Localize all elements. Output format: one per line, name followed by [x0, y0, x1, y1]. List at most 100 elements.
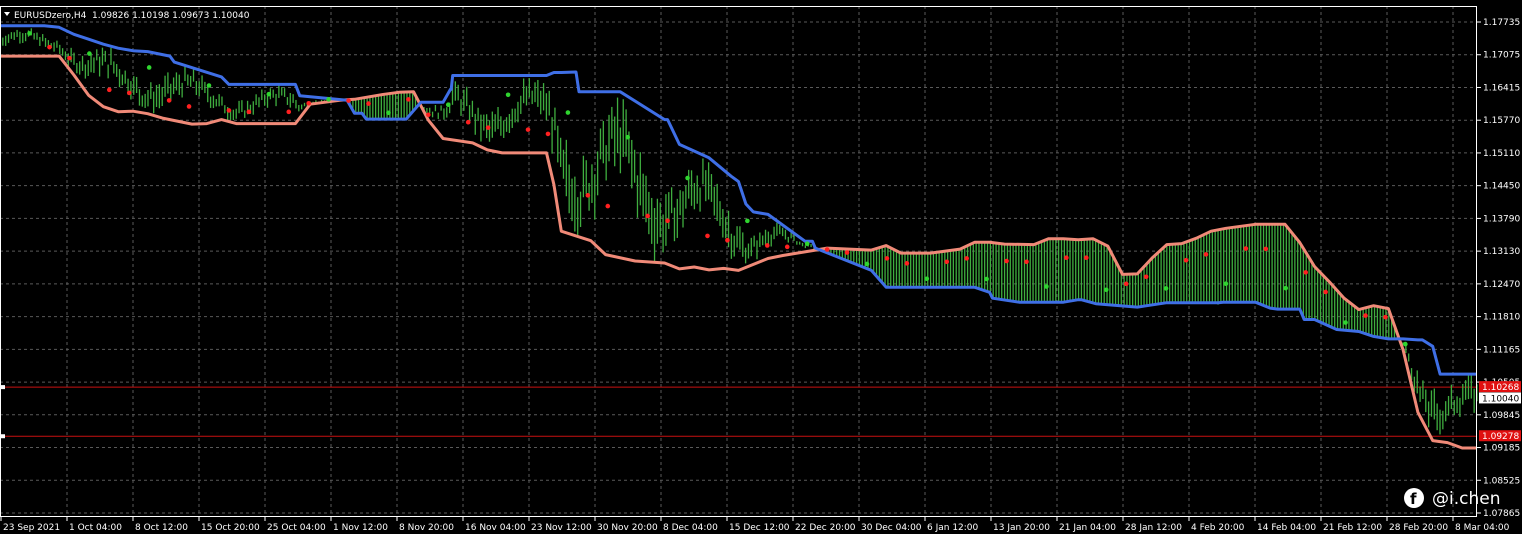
- time-tick-label: 28 Feb 20:00: [1389, 523, 1448, 533]
- price-tick-label: 1.15770: [1483, 116, 1520, 126]
- price-level-label: 1.10268: [1482, 383, 1519, 393]
- price-level-label: 1.09278: [1482, 432, 1519, 442]
- signal-dot-down: [1363, 313, 1368, 318]
- signal-dot-down: [426, 112, 431, 118]
- price-tick-label: 1.09185: [1483, 444, 1520, 454]
- time-tick-label: 8 Nov 20:00: [399, 523, 454, 533]
- signal-dot-down: [126, 90, 132, 96]
- watermark: f @i.chen: [1404, 488, 1500, 509]
- signal-dot-down: [1303, 270, 1308, 275]
- signal-dot-down: [1084, 255, 1089, 261]
- price-tick-label: 1.07865: [1483, 509, 1520, 519]
- watermark-text: @i.chen: [1432, 489, 1500, 509]
- price-tick-label: 1.09845: [1483, 411, 1520, 421]
- signal-dot-up: [1223, 281, 1229, 287]
- signal-dot-down: [645, 213, 650, 219]
- signal-dot-up: [745, 218, 750, 224]
- facebook-icon-glyph: f: [1410, 490, 1417, 508]
- signal-dot-up: [266, 91, 272, 97]
- price-tick-label: 1.15110: [1483, 149, 1520, 159]
- signal-dot-up: [1283, 285, 1289, 291]
- signal-dot-up: [1103, 287, 1109, 293]
- signal-dot-down: [525, 127, 531, 132]
- signal-dot-down: [765, 243, 770, 248]
- time-tick-label: 23 Nov 12:00: [531, 523, 592, 533]
- time-tick-label: 21 Jan 04:00: [1059, 523, 1116, 533]
- time-tick-label: 23 Sep 2021: [3, 523, 60, 533]
- signal-dot-down: [485, 125, 491, 130]
- chart-ohlc-label: 1.09826 1.10198 1.09673 1.10040: [92, 11, 250, 21]
- signal-dot-down: [246, 109, 252, 115]
- signal-dot-down: [725, 237, 730, 243]
- signal-dot-up: [206, 83, 212, 88]
- signal-dot-up: [924, 276, 930, 282]
- signal-dot-up: [984, 276, 989, 282]
- signal-dot-down: [1143, 274, 1149, 280]
- time-tick-label: 15 Dec 12:00: [729, 523, 790, 533]
- price-tick-label: 1.11810: [1483, 313, 1520, 323]
- price-tick-label: 1.17735: [1483, 18, 1520, 28]
- chart-background: [0, 0, 1522, 534]
- time-tick-label: 1 Oct 04:00: [69, 523, 122, 533]
- line-anchor-handle[interactable]: [1, 385, 5, 390]
- signal-dot-up: [445, 102, 451, 108]
- signal-dot-down: [1323, 289, 1328, 295]
- signal-dot-down: [1183, 257, 1189, 263]
- time-tick-label: 8 Oct 12:00: [135, 523, 188, 533]
- signal-dot-down: [944, 259, 950, 265]
- signal-dot-down: [545, 131, 551, 137]
- signal-dot-up: [505, 92, 511, 98]
- time-tick-label: 30 Dec 04:00: [861, 523, 922, 533]
- time-tick-label: 21 Feb 12:00: [1323, 523, 1382, 533]
- signal-dot-down: [1383, 314, 1388, 320]
- signal-dot-down: [844, 250, 850, 255]
- time-tick-label: 22 Dec 20:00: [795, 523, 856, 533]
- signal-dot-down: [824, 247, 830, 252]
- line-anchor-handle[interactable]: [1, 434, 5, 439]
- signal-dot-down: [465, 119, 471, 125]
- price-tick-label: 1.13790: [1483, 214, 1520, 224]
- time-tick-label: 1 Nov 12:00: [333, 523, 388, 533]
- signal-dot-down: [884, 256, 890, 261]
- signal-dot-down: [1064, 255, 1069, 261]
- signal-dot-down: [366, 101, 371, 106]
- time-tick-label: 6 Jan 12:00: [927, 523, 979, 533]
- signal-dot-up: [864, 261, 870, 267]
- signal-dot-down: [904, 261, 910, 266]
- time-tick-label: 8 Dec 04:00: [663, 523, 718, 533]
- price-tick-label: 1.08525: [1483, 476, 1520, 486]
- signal-dot-down: [784, 244, 790, 250]
- signal-dot-down: [964, 256, 969, 261]
- signal-dot-up: [87, 51, 92, 56]
- signal-dot-down: [1004, 258, 1009, 264]
- signal-dot-down: [705, 233, 710, 239]
- signal-dot-up: [386, 110, 391, 116]
- signal-dot-up: [27, 31, 32, 36]
- price-chart[interactable]: 1.17735 1.17075 1.16415 1.15770 1.15110 1.144…: [0, 0, 1522, 534]
- chart-header: EURUSDzero,H4 1.09826 1.10198 1.09673 1.…: [4, 11, 250, 21]
- time-tick-label: 28 Jan 12:00: [1125, 523, 1182, 533]
- signal-dot-up: [804, 241, 810, 247]
- time-tick-label: 4 Feb 20:00: [1191, 523, 1245, 533]
- signal-dot-down: [47, 44, 52, 50]
- signal-dot-down: [665, 218, 670, 224]
- time-tick-label: 16 Nov 04:00: [465, 523, 526, 533]
- signal-dot-down: [1203, 252, 1209, 257]
- current-price-label: 1.10040: [1482, 394, 1519, 404]
- signal-dot-down: [286, 109, 292, 115]
- signal-dot-down: [306, 101, 311, 106]
- time-tick-label: 13 Jan 20:00: [993, 523, 1050, 533]
- signal-dot-down: [1243, 246, 1249, 251]
- time-tick-label: 30 Nov 20:00: [597, 523, 658, 533]
- signal-dot-up: [1163, 286, 1169, 291]
- signal-dot-down: [226, 108, 232, 113]
- time-tick-label: 14 Feb 04:00: [1257, 523, 1316, 533]
- signal-dot-up: [625, 134, 631, 140]
- price-tick-label: 1.14450: [1483, 182, 1520, 192]
- signal-dot-down: [186, 104, 192, 109]
- time-tick-label: 25 Oct 04:00: [267, 523, 326, 533]
- signal-dot-down: [1263, 246, 1269, 252]
- time-tick-label: 8 Mar 04:00: [1455, 523, 1510, 533]
- signal-dot-down: [346, 98, 351, 103]
- signal-dot-up: [1403, 341, 1408, 347]
